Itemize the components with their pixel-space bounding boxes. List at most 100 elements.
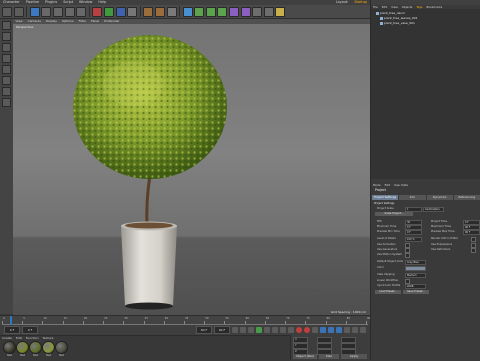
play-icon[interactable] bbox=[256, 327, 262, 333]
material-swatch[interactable]: Mat bbox=[29, 341, 42, 357]
light-icon[interactable] bbox=[275, 6, 286, 17]
next-frame-icon[interactable] bbox=[264, 327, 270, 333]
param-value[interactable]: 100 % bbox=[405, 236, 422, 242]
scale-icon[interactable] bbox=[52, 6, 63, 17]
scale-project-button[interactable]: Scale Project... bbox=[375, 212, 413, 216]
go-to-start-icon[interactable] bbox=[232, 327, 238, 333]
material-swatch[interactable]: Mat bbox=[3, 341, 16, 357]
edges-mode-icon[interactable] bbox=[2, 54, 11, 63]
size-y-field[interactable] bbox=[341, 343, 356, 349]
material-menu-create[interactable]: Create bbox=[0, 336, 14, 340]
load-preset-button[interactable]: Load Preset... bbox=[375, 290, 401, 294]
undo-icon[interactable] bbox=[2, 6, 12, 17]
object-manager-list[interactable]: plant_tree_decor plant_tree_leaves_001 p… bbox=[371, 9, 480, 179]
material-swatch[interactable]: Mat bbox=[55, 341, 68, 357]
save-preset-button[interactable]: Save Preset... bbox=[403, 290, 429, 294]
tab-referencing[interactable]: Referencing bbox=[453, 195, 480, 200]
tab-dynamics[interactable]: Dynamics bbox=[426, 195, 453, 200]
material-menu-function[interactable]: Function bbox=[24, 336, 41, 340]
floor-icon[interactable] bbox=[252, 6, 263, 17]
coord-x-field[interactable]: X bbox=[293, 337, 308, 343]
material-menu-texture[interactable]: Texture bbox=[41, 336, 56, 340]
current-frame-field[interactable]: 0 F bbox=[22, 326, 38, 334]
subdivision-icon[interactable] bbox=[205, 6, 216, 17]
coord-size-dropdown[interactable]: Size bbox=[319, 354, 339, 359]
attr-menu-mode[interactable]: Mode bbox=[371, 183, 383, 187]
tab-info[interactable]: Info bbox=[399, 195, 426, 200]
previous-key-icon[interactable] bbox=[240, 327, 246, 333]
z-axis-icon[interactable] bbox=[115, 6, 126, 17]
points-mode-icon[interactable] bbox=[2, 43, 11, 52]
y-axis-icon[interactable] bbox=[103, 6, 114, 17]
param-unit-dropdown[interactable]: Centimeters bbox=[423, 206, 444, 212]
timeline-tick bbox=[224, 321, 226, 324]
attr-menu-edit[interactable]: Edit bbox=[383, 183, 392, 187]
scale-key-icon[interactable] bbox=[328, 327, 334, 333]
record-keys-icon[interactable] bbox=[296, 327, 302, 333]
spline-pen-icon[interactable] bbox=[194, 6, 205, 17]
size-x-field[interactable] bbox=[341, 337, 356, 343]
cloner-icon[interactable] bbox=[229, 6, 240, 17]
texture-mode-icon[interactable] bbox=[2, 32, 11, 41]
coord-y-field[interactable]: Y bbox=[293, 343, 308, 349]
previous-frame-icon[interactable] bbox=[248, 327, 254, 333]
timeline-settings-icon[interactable] bbox=[360, 327, 366, 333]
perspective-viewport[interactable]: View Cameras Display Options Filter Pane… bbox=[13, 19, 370, 315]
attr-menu-user-data[interactable]: User Data bbox=[392, 183, 410, 187]
material-swatch[interactable]: Mat bbox=[42, 341, 55, 357]
param-dropdown[interactable]: Medium bbox=[405, 272, 426, 278]
locked-workplane-icon[interactable] bbox=[2, 98, 11, 107]
cube-icon[interactable] bbox=[182, 6, 193, 17]
autokey-icon[interactable] bbox=[304, 327, 310, 333]
next-key-icon[interactable] bbox=[272, 327, 278, 333]
tab-project-settings[interactable]: Project Settings bbox=[372, 195, 399, 200]
rotation-key-icon[interactable] bbox=[336, 327, 342, 333]
param-value[interactable]: 1 bbox=[405, 206, 422, 212]
render-lod-checkbox[interactable] bbox=[471, 237, 476, 242]
move-icon[interactable] bbox=[41, 6, 52, 17]
render-settings-icon[interactable] bbox=[166, 6, 177, 17]
world-coords-icon[interactable] bbox=[127, 6, 138, 17]
start-frame-field[interactable]: 0 F bbox=[4, 326, 20, 334]
polygons-mode-icon[interactable] bbox=[2, 65, 11, 74]
recent-tools-icon[interactable] bbox=[76, 6, 87, 17]
render-view-icon[interactable] bbox=[143, 6, 154, 17]
preview-end-field[interactable]: 90 F bbox=[214, 326, 230, 334]
make-editable-icon[interactable] bbox=[2, 21, 11, 30]
x-axis-icon[interactable] bbox=[92, 6, 103, 17]
select-icon[interactable] bbox=[29, 6, 40, 17]
camera-icon[interactable] bbox=[263, 6, 274, 17]
material-swatch[interactable]: Mat bbox=[16, 341, 29, 357]
timeline-playhead[interactable] bbox=[10, 316, 12, 325]
use-motion-system-checkbox[interactable] bbox=[405, 253, 410, 258]
apply-button[interactable]: Apply bbox=[341, 354, 367, 359]
rot-y-field[interactable] bbox=[317, 343, 332, 349]
param-dropdown[interactable]: sRGB bbox=[405, 283, 426, 289]
go-to-end-icon[interactable] bbox=[280, 327, 286, 333]
point-level-key-icon[interactable] bbox=[352, 327, 358, 333]
position-key-icon[interactable] bbox=[320, 327, 326, 333]
redo-icon[interactable] bbox=[13, 6, 24, 17]
array-icon[interactable] bbox=[217, 6, 228, 17]
param-value[interactable]: 90 F bbox=[463, 229, 480, 235]
timeline-tick bbox=[184, 321, 185, 324]
material-name: Mat bbox=[59, 354, 64, 357]
param-value[interactable]: 0 F bbox=[405, 229, 422, 235]
workplane-icon[interactable] bbox=[2, 87, 11, 96]
deformer-icon[interactable] bbox=[240, 6, 251, 17]
coord-mode-dropdown[interactable]: Object (Rel) bbox=[293, 354, 317, 359]
loop-icon[interactable] bbox=[288, 327, 294, 333]
object-row[interactable]: plant_tree_vase_001 bbox=[371, 21, 480, 26]
timeline-ruler[interactable]: 0 5 10 15 20 25 30 35 40 45 50 55 60 65 70 75 80 85 90 bbox=[2, 317, 370, 325]
material-menu-edit[interactable]: Edit bbox=[14, 336, 24, 340]
rotate-icon[interactable] bbox=[64, 6, 75, 17]
color-swatch-field[interactable] bbox=[405, 265, 426, 271]
rot-x-field[interactable] bbox=[317, 337, 332, 343]
keyframe-selection-icon[interactable] bbox=[312, 327, 318, 333]
use-deformers-checkbox[interactable] bbox=[471, 248, 476, 253]
end-frame-field[interactable]: 90 F bbox=[196, 326, 212, 334]
render-picture-viewer-icon[interactable] bbox=[154, 6, 165, 17]
parameter-key-icon[interactable] bbox=[344, 327, 350, 333]
snap-icon[interactable] bbox=[2, 76, 11, 85]
param-dropdown[interactable]: Gray Blue bbox=[405, 259, 426, 265]
